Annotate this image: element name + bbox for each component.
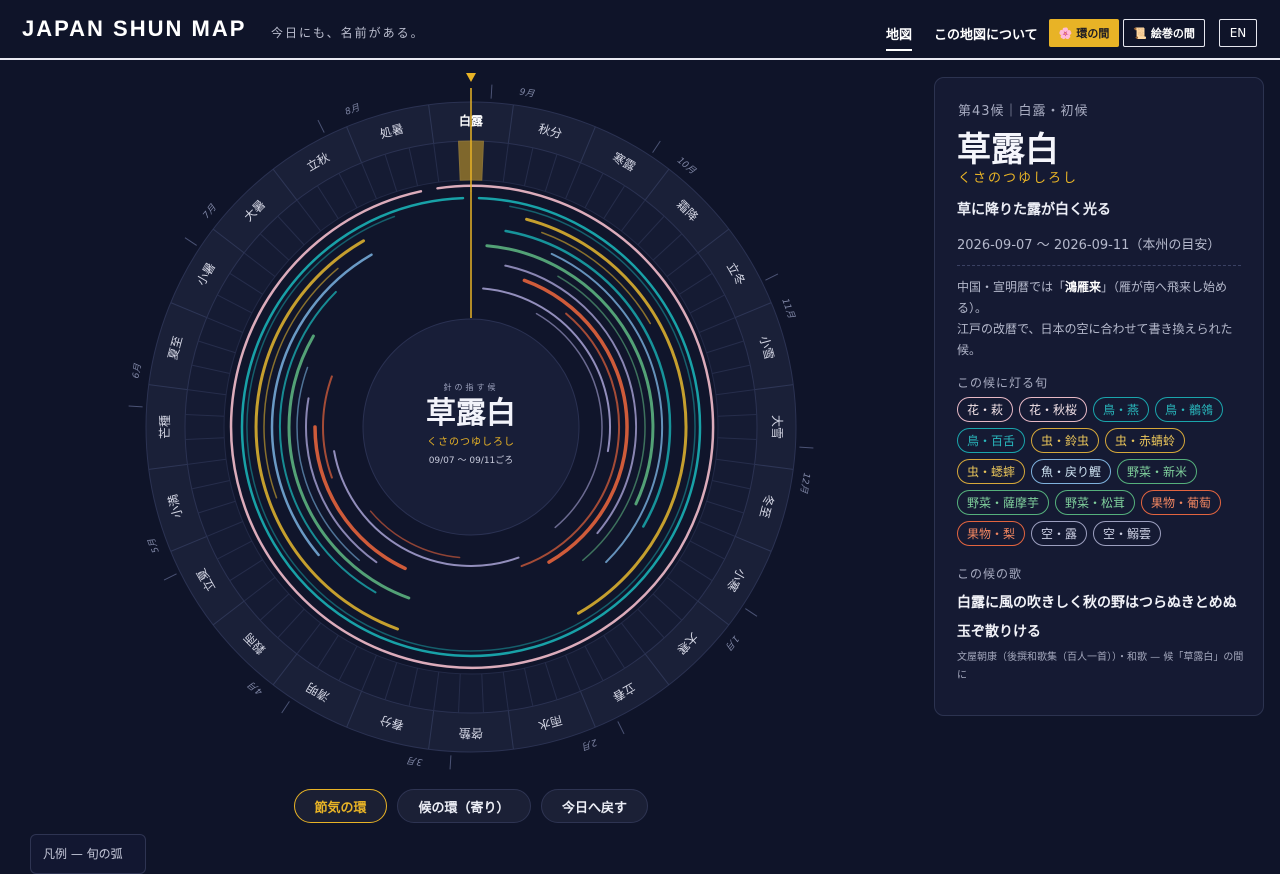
month-tick [799,446,814,449]
current-ko-highlight[interactable] [458,140,484,181]
desc-text: 中国・宣明暦では「 [957,280,1066,294]
poem-text: 白露に風の吹きしく秋の野はつらぬきとめぬ玉ぞ散りける [957,595,1237,640]
shun-chip[interactable]: 鳥・鶺鴒 [1155,397,1224,422]
month-tick [317,119,325,133]
shun-chip[interactable]: 空・鰯雲 [1093,521,1162,546]
month-tick [652,140,661,153]
ko-number-heading: 第43候｜白露・初候 [958,104,1089,119]
scroll-icon: 📜 [1133,26,1147,40]
month-tick [163,573,177,581]
shun-chip[interactable]: 果物・梨 [957,521,1026,546]
shun-chip[interactable]: 花・萩 [957,397,1014,422]
needle-marker-icon [466,73,476,82]
shun-chip[interactable]: 花・秋桜 [1019,397,1088,422]
sekki-label[interactable]: 大雪 [770,415,784,439]
desc-text-line2: 江戸の改暦で、日本の空に合わせて書き換えられた候。 [957,322,1233,357]
site-tagline: 今日にも、名前がある。 [271,26,425,40]
desc-bold-text: 鴻雁来 [1065,280,1102,294]
scroll-room-label: 絵巻の間 [1150,27,1195,40]
shun-chip[interactable]: 野菜・新米 [1117,459,1198,484]
nav-map-link[interactable]: 地図 [886,24,913,51]
cherry-blossom-icon: 🌸 [1058,26,1073,40]
ring-room-button[interactable]: 🌸 環の間 [1049,19,1119,47]
month-label: 12月 [798,472,812,495]
site-logo[interactable]: JAPAN SHUN MAP [22,16,246,42]
sekki-ring-button[interactable]: 節気の環 [294,789,387,823]
poem-heading: この候の歌 [957,567,1023,581]
month-tick [617,721,625,735]
nav-about-link[interactable]: この地図について [934,24,1038,43]
ko-kana: くさのつゆしろし [958,171,1079,186]
sekki-label[interactable]: 啓蟄 [459,726,483,741]
legend-title: 凡例 — 旬の弧 [43,847,123,861]
center-ko-kana: くさのつゆしろし [427,437,515,448]
sekki-label[interactable]: 芒種 [157,415,172,439]
ko-ring-button[interactable]: 候の環（寄り） [397,789,531,823]
shun-chip[interactable]: 虫・鈴虫 [1031,428,1100,453]
shun-chip[interactable]: 野菜・薩摩芋 [957,490,1050,515]
month-label: 6月 [131,362,144,379]
shun-chip-list: 花・萩 花・秋桜 鳥・燕 鳥・鶺鴒鳥・百舌 虫・鈴虫 虫・赤蜻蛉虫・蟋蟀 魚・戻り鰹 野菜・新… [957,397,1253,546]
shun-chip[interactable]: 鳥・燕 [1093,397,1150,422]
month-label: 2月 [580,736,599,752]
month-tick [128,405,143,408]
month-label: 3月 [406,754,423,767]
month-tick [449,755,452,770]
month-label: 10月 [675,155,699,177]
today-button[interactable]: 今日へ戻す [541,789,648,823]
ko-date-range: 2026-09-07 〜 2026-09-11（本州の目安） [957,238,1221,253]
month-tick [281,701,290,714]
month-label: 9月 [519,87,536,100]
shun-chip[interactable]: 魚・戻り鰹 [1031,459,1112,484]
shun-heading: この候に灯る旬 [957,376,1049,390]
shun-chip[interactable]: 果物・葡萄 [1141,490,1222,515]
month-label: 1月 [723,633,741,652]
top-header: JAPAN SHUN MAP 今日にも、名前がある。 地図 この地図について 🌸… [0,0,1280,60]
ring-room-label: 環の間 [1076,27,1110,40]
ko-title: 草露白 [957,130,1059,170]
ko-detail-panel: 第43候｜白露・初候 草露白 くさのつゆしろし 草に降りた露が白く光る 2026… [934,77,1264,716]
month-label: 4月 [246,679,265,697]
divider [957,265,1241,266]
month-label: 5月 [146,536,162,555]
shun-chip[interactable]: 虫・蟋蟀 [957,459,1026,484]
month-label: 8月 [344,102,363,118]
ko-meaning: 草に降りた露が白く光る [957,202,1111,218]
shun-chip[interactable]: 空・露 [1031,521,1088,546]
ko-description: 中国・宣明暦では「鴻雁来」（雁が南へ飛来し始める）。 江戸の改暦で、日本の空に合わ… [957,277,1245,361]
scroll-room-button[interactable]: 📜 絵巻の間 [1123,19,1205,47]
month-tick [765,273,779,281]
shun-chip[interactable]: 野菜・松茸 [1055,490,1136,515]
poem-source: 文屋朝康（後撰和歌集（百人一首））・和歌 — 候「草露白」の間に [957,652,1244,681]
month-label: 11月 [779,297,797,321]
shun-chip[interactable]: 虫・赤蜻蛉 [1105,428,1186,453]
month-tick [184,237,197,246]
month-label: 7月 [201,202,219,221]
language-toggle-button[interactable]: EN [1219,19,1257,47]
center-ko-name: 草露白 [426,396,516,431]
center-ko-date: 09/07 〜 09/11ごろ [428,456,514,466]
month-tick [490,84,493,99]
shun-chip[interactable]: 鳥・百舌 [957,428,1026,453]
legend-panel[interactable]: 凡例 — 旬の弧 [30,834,146,874]
month-tick [745,608,758,617]
